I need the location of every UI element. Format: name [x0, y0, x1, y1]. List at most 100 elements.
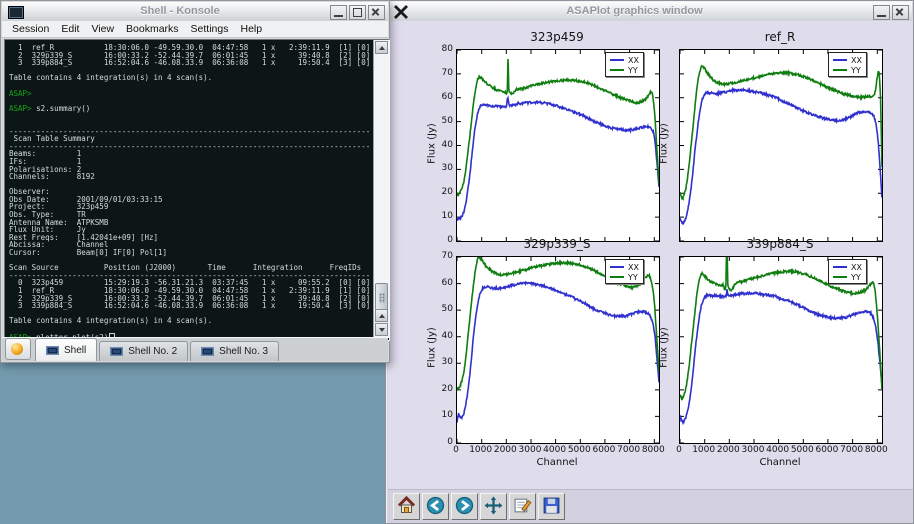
terminal-text: 1 ref_R 18:30:06.0 -49.59.30.0 04:47:58 …	[9, 44, 370, 340]
konsole-window-title: Shell - Konsole	[32, 5, 328, 17]
legend-label: YY	[851, 273, 861, 282]
legend-entry: XX	[833, 55, 862, 65]
home-button[interactable]	[393, 493, 420, 520]
legend-entry: YY	[833, 272, 862, 282]
plot-title-ref-r: ref_R	[690, 30, 870, 44]
series-xx	[457, 98, 659, 221]
terminal-line	[9, 112, 370, 120]
maximize-button[interactable]	[349, 5, 366, 20]
legend-entry: XX	[833, 262, 862, 272]
y-axis-label: Flux (Jy)	[659, 308, 670, 388]
terminal-view[interactable]: 1 ref_R 18:30:06.0 -49.59.30.0 04:47:58 …	[4, 39, 390, 341]
plot-title-339p884-s: 339p884_S	[690, 237, 870, 251]
terminal-line	[9, 82, 370, 90]
legend-line-sample	[610, 69, 624, 71]
figure-area: 323p45901020304050607080Flux (Jy)XXYYref…	[388, 21, 913, 523]
terminal-line	[9, 325, 370, 333]
terminal-icon	[46, 346, 59, 355]
legend-line-sample	[610, 266, 624, 268]
scroll-up-button[interactable]	[375, 41, 388, 54]
tab-label: Shell No. 3	[219, 346, 268, 357]
konsole-titlebar[interactable]: Shell - Konsole	[2, 2, 388, 22]
series-yy	[680, 66, 882, 199]
back-icon	[426, 496, 445, 518]
terminal-line: ASAP>	[9, 90, 370, 98]
y-axis-label: Flux (Jy)	[659, 103, 670, 183]
plot-title-323p459: 323p459	[467, 30, 647, 44]
tab-shell[interactable]: Shell	[35, 338, 97, 361]
legend-line-sample	[833, 59, 847, 61]
asaplot-window: ASAPlot graphics window 323p459010203040…	[385, 0, 914, 524]
konsole-window-buttons	[330, 5, 385, 20]
legend-line-sample	[610, 59, 624, 61]
legend-label: YY	[851, 66, 861, 75]
legend-label: XX	[628, 263, 639, 272]
pan-button[interactable]	[480, 493, 507, 520]
tab-shell-no-2[interactable]: Shell No. 2	[99, 341, 188, 361]
konsole-window: Shell - Konsole SessionEditViewBookmarks…	[0, 0, 390, 363]
asaplot-titlebar[interactable]: ASAPlot graphics window	[387, 2, 912, 22]
terminal-line: Table contains 4 integration(s) in 4 sca…	[9, 74, 370, 82]
x11-icon	[393, 4, 409, 20]
forward-button[interactable]	[451, 493, 478, 520]
forward-icon	[455, 496, 474, 518]
terminal-scrollbar[interactable]	[373, 40, 389, 338]
plot-title-329p339-s: 329p339_S	[467, 237, 647, 251]
ytick-label: 70	[431, 251, 453, 261]
terminal-line: Channels: 8192	[9, 173, 370, 181]
tick-marks	[680, 257, 882, 443]
subplots-button[interactable]	[509, 493, 536, 520]
terminal-line: Cursor: Beam[0] IF[0] Pol[1]	[9, 249, 370, 257]
tick-marks	[680, 50, 882, 241]
ytick-label: 0	[431, 235, 453, 245]
legend-entry: YY	[610, 65, 639, 75]
close-button[interactable]	[892, 5, 909, 20]
x-axis-label: Channel	[507, 457, 607, 468]
legend-line-sample	[833, 266, 847, 268]
y-axis-label: Flux (Jy)	[427, 308, 438, 388]
plot-toolbar	[388, 489, 913, 523]
menu-session[interactable]: Session	[6, 22, 55, 36]
terminal-line: Table contains 4 integration(s) in 4 sca…	[9, 317, 370, 325]
legend: XXYY	[828, 52, 867, 77]
terminal-line	[9, 181, 370, 189]
axes-329p339-s	[456, 256, 660, 444]
minimize-button[interactable]	[330, 5, 347, 20]
minimize-button[interactable]	[873, 5, 890, 20]
menu-view[interactable]: View	[85, 22, 120, 36]
terminal-line: 3 339p884_S 16:52:04.6 -46.08.33.9 06:36…	[9, 59, 370, 67]
legend-entry: XX	[610, 262, 639, 272]
legend-entry: YY	[610, 272, 639, 282]
konsole-tabbar: ShellShell No. 2 Shell No. 3	[2, 337, 388, 361]
scroll-up-button-bottom[interactable]	[375, 309, 388, 322]
ytick-label: 20	[431, 187, 453, 197]
menu-settings[interactable]: Settings	[185, 22, 235, 36]
legend-line-sample	[833, 276, 847, 278]
menu-edit[interactable]: Edit	[55, 22, 85, 36]
terminal-icon	[201, 347, 214, 356]
x-axis-label: Channel	[730, 457, 830, 468]
back-button[interactable]	[422, 493, 449, 520]
new-session-button[interactable]	[5, 338, 31, 360]
legend-entry: YY	[833, 65, 862, 75]
terminal-icon	[110, 347, 123, 356]
xtick-label: 8000	[861, 445, 891, 455]
y-axis-label: Flux (Jy)	[427, 103, 438, 183]
legend-label: XX	[628, 56, 639, 65]
konsole-menubar: SessionEditViewBookmarksSettingsHelp	[2, 21, 388, 38]
tab-shell-no-3[interactable]: Shell No. 3	[190, 341, 279, 361]
close-button[interactable]	[368, 5, 385, 20]
save-icon	[542, 496, 561, 518]
desktop: { "konsole": { "title": "Shell - Konsole…	[0, 0, 914, 524]
menu-bookmarks[interactable]: Bookmarks	[120, 22, 185, 36]
terminal-line: ASAP> s2.summary()	[9, 105, 370, 113]
legend-entry: XX	[610, 55, 639, 65]
menu-help[interactable]: Help	[235, 22, 269, 36]
save-button[interactable]	[538, 493, 565, 520]
axes-ref-r	[679, 49, 883, 242]
scroll-down-button[interactable]	[375, 323, 388, 336]
subplots-icon	[513, 496, 532, 518]
pan-icon	[484, 496, 503, 518]
ytick-label: 60	[431, 92, 453, 102]
tick-marks	[457, 50, 659, 241]
